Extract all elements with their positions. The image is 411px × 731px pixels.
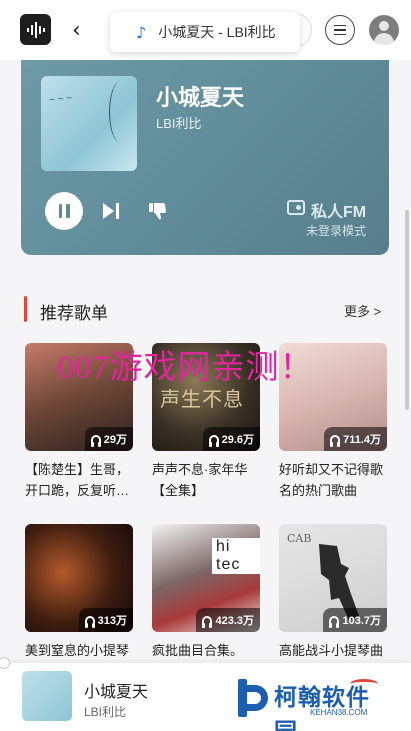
mini-player[interactable]: 小城夏天 LBI利比 柯翰软件园 KEHAN38.COM (0, 657, 411, 731)
brand-watermark: 柯翰软件园 KEHAN38.COM (232, 675, 392, 731)
drag-handle[interactable] (0, 657, 10, 669)
playlist-card[interactable]: CAB 103.7万 高能战斗小提琴曲 (279, 524, 387, 682)
song-artist[interactable]: LBI利比 (156, 113, 202, 132)
music-note-icon: ♪ (136, 22, 147, 42)
next-bar-icon (116, 203, 119, 219)
menu-line-icon (334, 33, 346, 36)
play-count: 29万 (103, 434, 127, 446)
brand-name: 柯翰软件园 (274, 684, 370, 731)
playlist-name[interactable]: 声声不息·家年华【全集】 (152, 459, 260, 501)
cover-art-scribble: ~ ~ ~ (48, 92, 73, 107)
play-count: 103.7万 (342, 615, 381, 627)
play-count: 423.3万 (215, 615, 254, 627)
playlist-cover[interactable]: CAB 103.7万 (279, 524, 387, 632)
headphones-icon (330, 434, 341, 447)
playlist-cover[interactable]: 313万 (25, 524, 133, 632)
headphones-icon (208, 434, 219, 447)
playlist-name[interactable]: 【陈楚生】生哥，开口跪，反复听… (25, 459, 133, 501)
avatar-body-icon (374, 33, 394, 45)
headphones-icon (202, 615, 213, 628)
play-count: 711.4万 (343, 434, 381, 446)
play-count-badge: 423.3万 (196, 608, 260, 632)
cover-art-line (109, 82, 131, 142)
headphones-icon (329, 615, 340, 628)
play-count-badge: 29.6万 (202, 427, 260, 451)
menu-line-icon (334, 29, 346, 31)
back-icon[interactable]: ‹ (72, 18, 81, 43)
play-count-badge: 29万 (84, 427, 133, 451)
section-title: 推荐歌单 (40, 304, 108, 323)
next-icon (103, 203, 114, 219)
play-count-badge: 711.4万 (324, 427, 387, 451)
pause-bar-icon (58, 204, 62, 218)
playlist-card[interactable]: 313万 美到窒息的小提琴 (25, 524, 133, 682)
fm-status-text: 未登录模式 (306, 224, 367, 238)
radio-icon (287, 200, 305, 215)
album-cover[interactable]: ~ ~ ~ (41, 76, 137, 171)
thumbs-down-icon (149, 203, 166, 220)
playlist-cover[interactable]: hi tec 423.3万 (152, 524, 260, 632)
play-count-badge: 313万 (78, 608, 133, 632)
brand-url: KEHAN38.COM (310, 708, 368, 717)
player-card: ~ ~ ~ 小城夏天 LBI利比 私人FM 未登录模式 (21, 60, 389, 255)
private-fm-label[interactable]: 私人FM (311, 198, 366, 222)
app-logo-icon[interactable] (20, 14, 51, 45)
now-playing-pill[interactable]: ♪ 小城夏天 - LBI利比 (110, 12, 300, 52)
menu-line-icon (334, 24, 346, 27)
section-accent-bar (24, 296, 27, 322)
dislike-button[interactable] (148, 201, 168, 221)
playlist-card[interactable]: hi tec 423.3万 疯批曲目合集。 (152, 524, 260, 682)
top-header: ‹ ♪ 小城夏天 - LBI利比 (0, 0, 411, 60)
cover-title-text: hi tec (212, 538, 260, 574)
play-count: 313万 (97, 615, 127, 627)
menu-button[interactable] (325, 15, 355, 45)
avatar-head-icon (379, 21, 389, 31)
more-link[interactable]: 更多 > (344, 301, 381, 320)
brand-logo-icon (232, 679, 270, 717)
mini-song-artist: LBI利比 (84, 705, 127, 719)
playlist-name[interactable]: 好听却又不记得歌名的热门歌曲 (279, 459, 387, 501)
pause-bar-icon (66, 204, 70, 218)
scrollbar[interactable] (405, 210, 409, 410)
play-count-badge: 103.7万 (323, 608, 387, 632)
mini-song-title: 小城夏天 (84, 684, 149, 701)
headphones-icon (84, 615, 95, 628)
watermark-text: 007游戏网亲测！ (57, 350, 314, 386)
mini-album-cover[interactable] (22, 671, 72, 721)
song-title: 小城夏天 (156, 85, 245, 110)
play-count: 29.6万 (221, 434, 254, 446)
user-avatar[interactable] (369, 15, 399, 45)
pause-button[interactable] (45, 192, 83, 230)
headphones-icon (90, 434, 101, 447)
next-track-button[interactable] (103, 203, 123, 219)
now-playing-text: 小城夏天 - LBI利比 (158, 24, 276, 40)
